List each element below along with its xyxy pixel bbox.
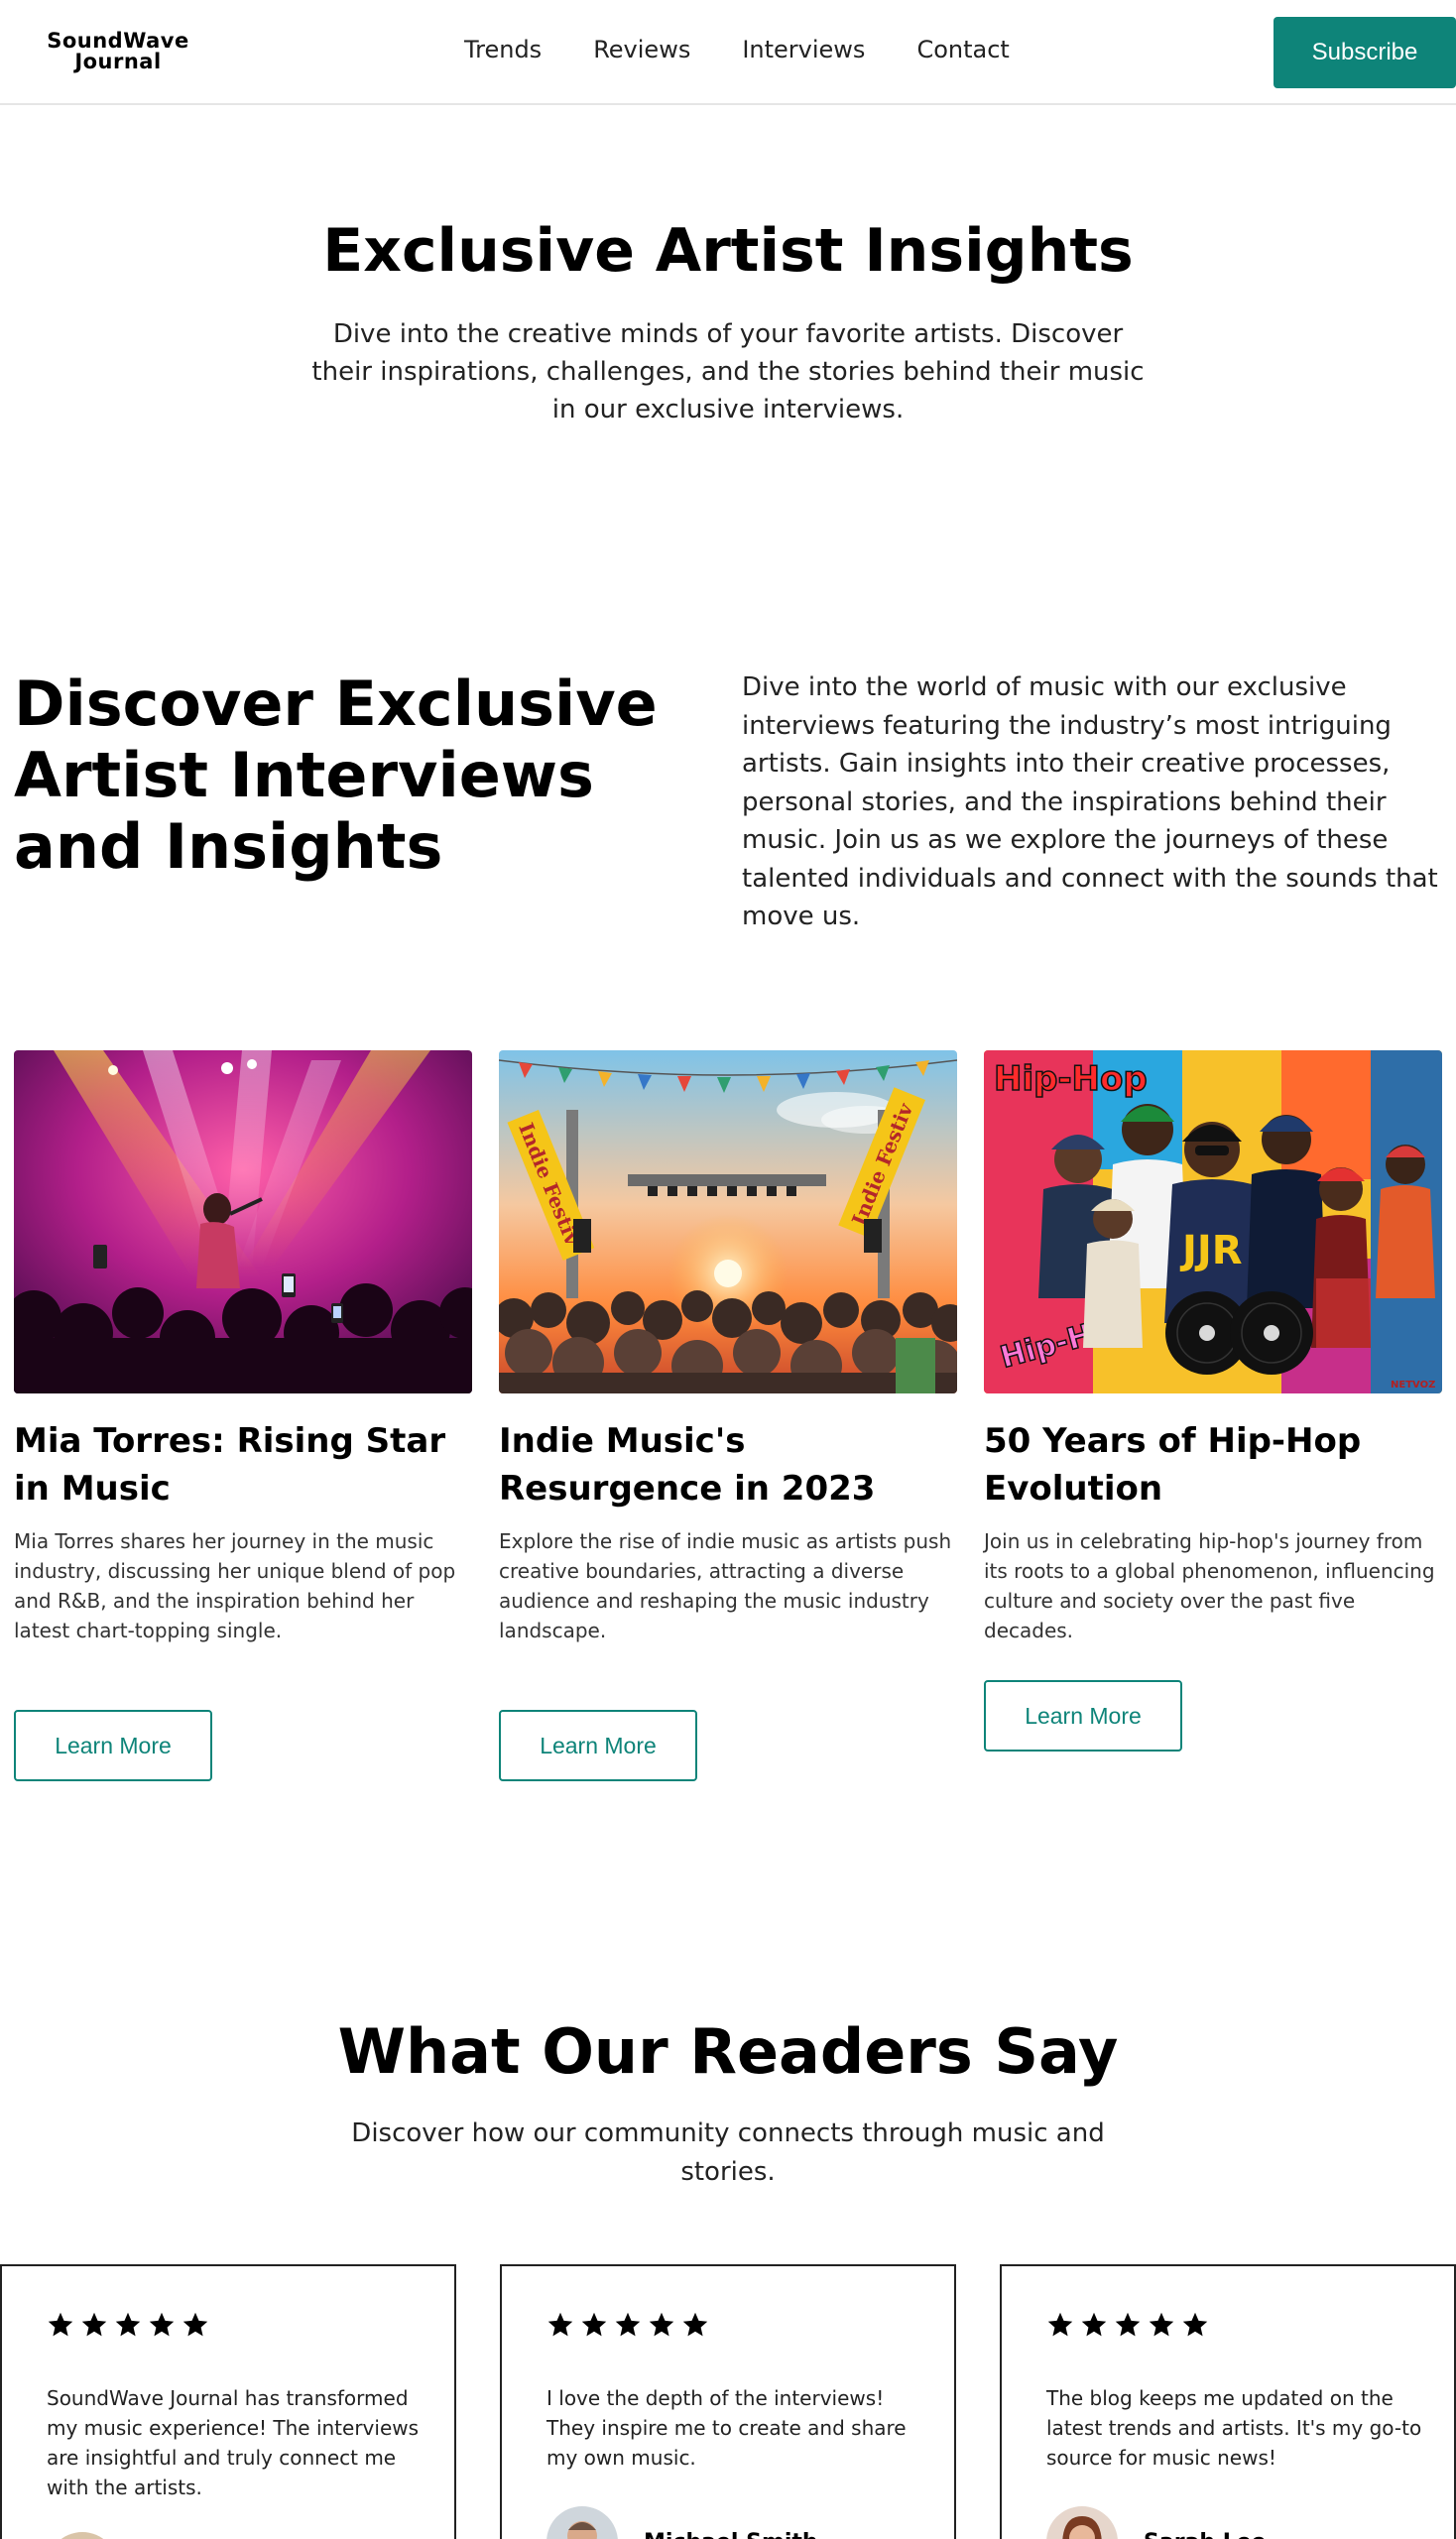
learn-more-button[interactable]: Learn More [984, 1680, 1182, 1752]
testimonial-author [47, 2532, 144, 2539]
subscribe-button[interactable]: Subscribe [1274, 17, 1456, 88]
testimonial-author: Michael Smith [546, 2506, 818, 2539]
testimonial-text: I love the depth of the interviews! They… [546, 2386, 907, 2470]
intro-title: Discover Exclusive Artist Interviews and… [14, 667, 658, 883]
hero-subtitle: Dive into the creative minds of your fav… [311, 319, 1145, 424]
nav-link-interviews[interactable]: Interviews [742, 36, 865, 63]
svg-text:JJR: JJR [1179, 1228, 1243, 1273]
star-icon [115, 2312, 141, 2337]
card-description: Join us in celebrating hip-hop's journey… [984, 1529, 1435, 1642]
concert-image[interactable] [14, 1050, 472, 1393]
testimonial-text: SoundWave Journal has transformed my mus… [47, 2386, 420, 2499]
nav-link-trends[interactable]: Trends [464, 36, 542, 63]
avatar [546, 2506, 618, 2539]
star-icon [615, 2312, 641, 2337]
testimonial-text: The blog keeps me updated on the latest … [1046, 2386, 1422, 2470]
star-rating [546, 2311, 709, 2339]
hip-hop-collage-image[interactable]: Hip-Hop Hip-Hop JJR NETVOZ [984, 1050, 1442, 1393]
testimonial-card: The blog keeps me updated on the latest … [1000, 2264, 1456, 2539]
testimonial-card: I love the depth of the interviews! They… [500, 2264, 956, 2539]
star-icon [682, 2312, 708, 2337]
testimonial-card: SoundWave Journal has transformed my mus… [0, 2264, 456, 2539]
card-description: Mia Torres shares her journey in the mus… [14, 1529, 456, 1642]
star-icon [547, 2312, 573, 2337]
star-icon [649, 2312, 674, 2337]
star-icon [1047, 2312, 1073, 2337]
author-name: Michael Smith [644, 2530, 818, 2539]
avatar [1046, 2506, 1118, 2539]
author-name: Sarah Lee [1144, 2530, 1267, 2539]
card-title: Indie Music's Resurgence in 2023 [499, 1421, 876, 1509]
testimonial-author: Sarah Lee [1046, 2506, 1267, 2539]
star-icon [1081, 2312, 1107, 2337]
site-logo[interactable]: SoundWave Journal [34, 31, 202, 72]
learn-more-button[interactable]: Learn More [499, 1710, 697, 1781]
festival-image[interactable]: Indie Festiv Indie Festiv [499, 1050, 957, 1393]
svg-text:Hip-Hop: Hip-Hop [994, 1059, 1148, 1099]
star-icon [149, 2312, 175, 2337]
article-card-indie-music: Indie Festiv Indie Festiv Indie Music's … [499, 1050, 957, 1645]
star-icon [1182, 2312, 1208, 2337]
card-description: Explore the rise of indie music as artis… [499, 1529, 952, 1642]
intro-text: Dive into the world of music with our ex… [742, 672, 1438, 931]
card-title: 50 Years of Hip-Hop Evolution [984, 1421, 1362, 1509]
logo-line-1: SoundWave [47, 29, 189, 53]
star-icon [182, 2312, 208, 2337]
nav-link-contact[interactable]: Contact [916, 36, 1009, 63]
article-card-mia-torres: Mia Torres: Rising Star in Music Mia Tor… [14, 1050, 472, 1645]
learn-more-button[interactable]: Learn More [14, 1710, 212, 1781]
avatar [47, 2532, 118, 2539]
article-card-hip-hop: Hip-Hop Hip-Hop JJR NETVOZ 50 Years of H… [984, 1050, 1442, 1645]
star-icon [581, 2312, 607, 2337]
star-rating [1046, 2311, 1209, 2339]
testimonials-subtitle: Discover how our community connects thro… [351, 2118, 1105, 2187]
svg-text:NETVOZ: NETVOZ [1391, 1380, 1435, 1390]
nav-link-reviews[interactable]: Reviews [593, 36, 690, 63]
top-navigation: SoundWave Journal Trends Reviews Intervi… [0, 0, 1456, 105]
star-rating [47, 2311, 209, 2339]
testimonials-title: What Our Readers Say [337, 2015, 1119, 2088]
star-icon [1149, 2312, 1174, 2337]
logo-line-2: Journal [74, 50, 162, 73]
star-icon [81, 2312, 107, 2337]
star-icon [1115, 2312, 1141, 2337]
star-icon [48, 2312, 73, 2337]
hero-title: Exclusive Artist Insights [322, 216, 1134, 286]
card-title: Mia Torres: Rising Star in Music [14, 1421, 446, 1509]
nav-links: Trends Reviews Interviews Contact [464, 36, 1061, 63]
